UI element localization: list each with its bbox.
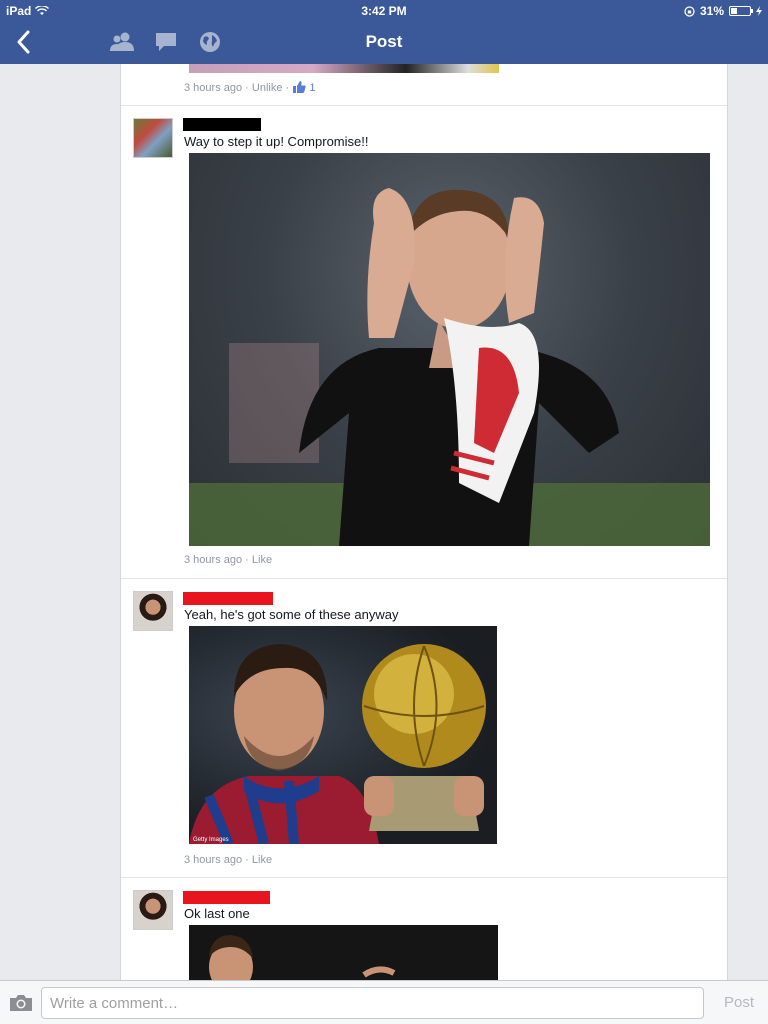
redacted-name [183, 592, 273, 605]
like-link[interactable]: Like [252, 554, 272, 566]
camera-icon[interactable] [8, 993, 34, 1013]
avatar[interactable] [133, 890, 173, 930]
battery-percent: 31% [699, 4, 724, 18]
rotation-lock-icon [684, 5, 695, 17]
previous-photo[interactable] [189, 64, 499, 73]
navigation-row: Post [0, 20, 768, 64]
clock: 3:42 PM [361, 4, 407, 18]
separator: · [245, 554, 249, 566]
player-trophy-image [189, 644, 486, 844]
separator: · [245, 854, 249, 866]
previous-comment-meta: 3 hours ago · Unlike · 1 [184, 81, 315, 94]
separator: · [245, 82, 249, 94]
comment-photo[interactable]: Getty Images [189, 626, 497, 844]
player-applauding-image [189, 188, 710, 546]
avatar[interactable] [133, 118, 173, 158]
like-count[interactable]: 1 [309, 82, 315, 94]
redacted-name [183, 118, 261, 131]
comment-meta: 3 hours ago · Like [184, 854, 272, 866]
image-watermark: Getty Images [193, 837, 229, 843]
thumbs-up-icon [293, 81, 306, 93]
comment-item: Way to step it up! Compromise!! 3 hours … [121, 105, 727, 578]
separator: · [285, 82, 290, 94]
comment-meta: 3 hours ago · Like [184, 554, 272, 566]
comment-time: 3 hours ago [184, 854, 243, 866]
comment-photo[interactable] [189, 153, 710, 546]
top-bar: iPad 3:42 PM 31% Post [0, 0, 768, 64]
redacted-name [183, 891, 270, 904]
comment-time: 3 hours ago [184, 554, 243, 566]
comment-text: Ok last one [184, 906, 250, 921]
post-button[interactable]: Post [724, 994, 754, 1011]
comment-photo[interactable] [189, 925, 498, 980]
comment-item: Yeah, he's got some of these anyway Gett… [121, 578, 727, 878]
comment-composer: Post [0, 980, 768, 1024]
like-link[interactable]: Like [252, 854, 272, 866]
comment-time: 3 hours ago [184, 82, 243, 94]
player-photo-partial [209, 935, 396, 980]
avatar[interactable] [133, 591, 173, 631]
page-title: Post [365, 32, 403, 51]
comment-input[interactable] [41, 987, 704, 1019]
status-bar: iPad 3:42 PM 31% [0, 0, 768, 20]
charging-icon [756, 6, 762, 16]
comment-text: Yeah, he's got some of these anyway [184, 607, 399, 622]
comments-feed[interactable]: 3 hours ago · Unlike · 1 Way to step it … [120, 64, 728, 980]
comment-item: Ok last one [121, 877, 727, 980]
unlike-link[interactable]: Unlike [252, 82, 283, 94]
battery-icon [729, 6, 753, 16]
comment-text: Way to step it up! Compromise!! [184, 134, 369, 149]
